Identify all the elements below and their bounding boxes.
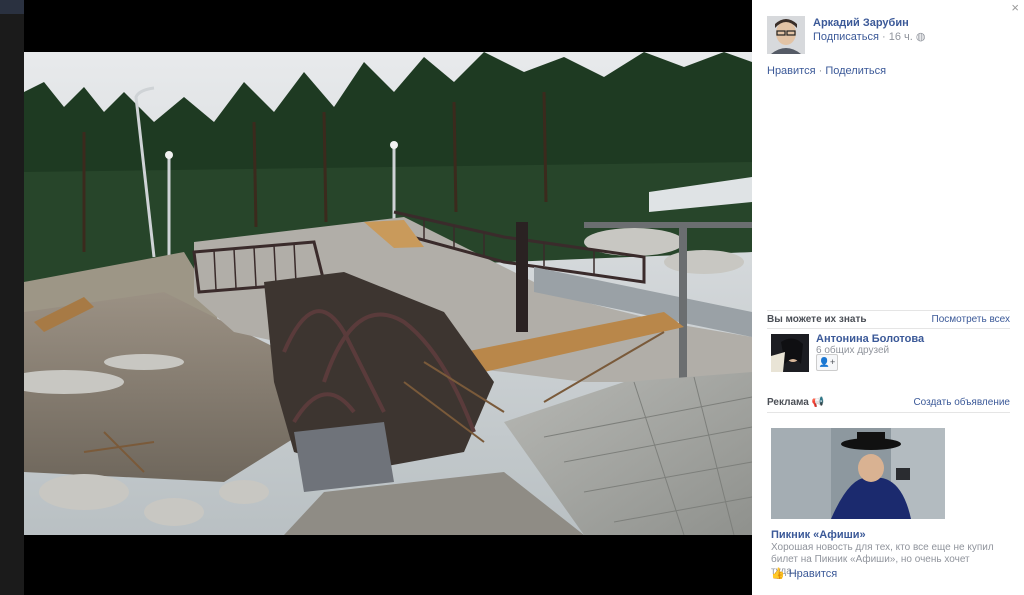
- flood-bridge-photo[interactable]: [24, 52, 752, 535]
- divider: [767, 412, 1010, 413]
- photo-actions: Нравится · Поделиться: [767, 65, 886, 77]
- divider: [767, 310, 1010, 311]
- thumbs-up-icon: 👍: [771, 568, 785, 580]
- author-name[interactable]: Аркадий Зарубин: [813, 17, 909, 29]
- add-friend-button[interactable]: 👤+: [816, 354, 838, 371]
- friend-photo-image: [771, 334, 809, 372]
- photo-stage: [24, 0, 752, 595]
- background-page-strip: [0, 0, 24, 14]
- globe-icon: ◍: [915, 31, 926, 43]
- follow-link[interactable]: Подписаться: [813, 31, 879, 43]
- ads-title-text: Реклама: [767, 397, 809, 408]
- sidebar-panel: × Аркадий Зарубин Подписаться · 16 ч. ◍ …: [752, 0, 1024, 595]
- see-all-link[interactable]: Посмотреть всех: [932, 314, 1010, 325]
- post-time[interactable]: 16 ч.: [889, 31, 913, 43]
- friend-avatar[interactable]: [771, 334, 809, 372]
- suggestions-header: Вы можете их знать Посмотреть всех: [767, 314, 1010, 325]
- background-overlay: [0, 0, 24, 595]
- user-avatar-icon: [767, 16, 805, 54]
- separator-dot: ·: [881, 31, 886, 43]
- create-ad-link[interactable]: Создать объявление: [913, 397, 1010, 408]
- ad-like-button[interactable]: 👍 Нравится: [771, 567, 838, 581]
- divider: [767, 328, 1010, 329]
- close-icon[interactable]: ×: [1011, 1, 1019, 15]
- ads-title: Реклама 📢: [767, 397, 824, 408]
- like-link[interactable]: Нравится: [767, 65, 816, 77]
- megaphone-icon: 📢: [811, 397, 825, 408]
- ad-image[interactable]: [771, 428, 945, 519]
- add-friend-icon: 👤+: [818, 357, 836, 367]
- ad-photo: [771, 428, 945, 519]
- friend-name[interactable]: Антонина Болотова: [816, 333, 924, 345]
- share-link[interactable]: Поделиться: [825, 65, 886, 77]
- ad-like-label: Нравится: [788, 567, 838, 580]
- author-meta: Подписаться · 16 ч. ◍: [813, 30, 925, 43]
- ad-title[interactable]: Пикник «Афиши»: [771, 529, 866, 541]
- suggestions-title: Вы можете их знать: [767, 314, 867, 325]
- separator-dot: ·: [818, 65, 823, 77]
- ads-header: Реклама 📢 Создать объявление: [767, 397, 1010, 408]
- author-avatar[interactable]: [767, 16, 805, 54]
- photo-image: [24, 52, 752, 535]
